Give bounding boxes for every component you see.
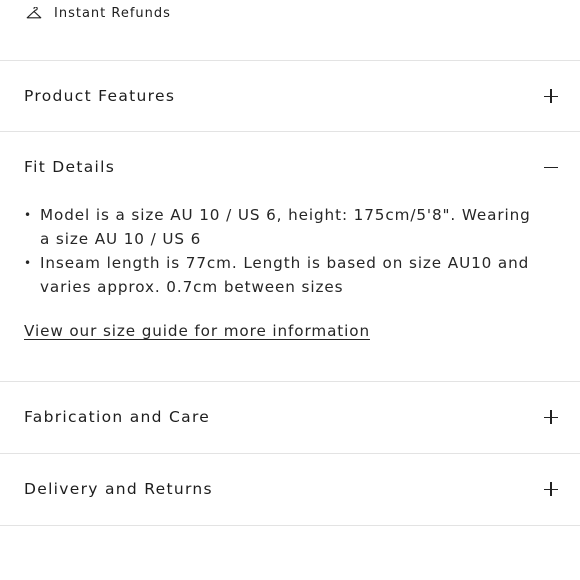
accordion-fit-details[interactable]: Fit Details [0,132,580,202]
fit-detail-text: Model is a size AU 10 / US 6, height: 17… [40,206,531,248]
accordion-delivery-and-returns[interactable]: Delivery and Returns [0,454,580,524]
list-item: • Inseam length is 77cm. Length is based … [24,254,530,296]
size-guide-link[interactable]: View our size guide for more information [24,322,370,340]
fit-details-content: • Model is a size AU 10 / US 6, height: 1… [24,203,544,299]
fit-details-list: • Model is a size AU 10 / US 6, height: 1… [24,203,544,299]
plus-icon[interactable] [544,482,558,496]
accordion-title-delivery-and-returns: Delivery and Returns [24,480,213,498]
plus-icon[interactable] [544,89,558,103]
instant-refunds-row: Instant Refunds [26,4,171,22]
list-item: • Model is a size AU 10 / US 6, height: 1… [24,206,531,248]
plus-icon[interactable] [544,410,558,424]
accordion-product-features[interactable]: Product Features [0,61,580,131]
accordion-title-product-features: Product Features [24,87,176,105]
minus-icon[interactable] [544,160,558,174]
accordion-title-fit-details: Fit Details [24,158,116,176]
divider [0,525,580,526]
instant-refunds-label: Instant Refunds [54,5,171,21]
accordion-title-fabrication-and-care: Fabrication and Care [24,408,211,426]
fit-detail-text: Inseam length is 77cm. Length is based o… [40,254,530,296]
hanger-icon [26,6,42,20]
accordion-fabrication-and-care[interactable]: Fabrication and Care [0,382,580,452]
